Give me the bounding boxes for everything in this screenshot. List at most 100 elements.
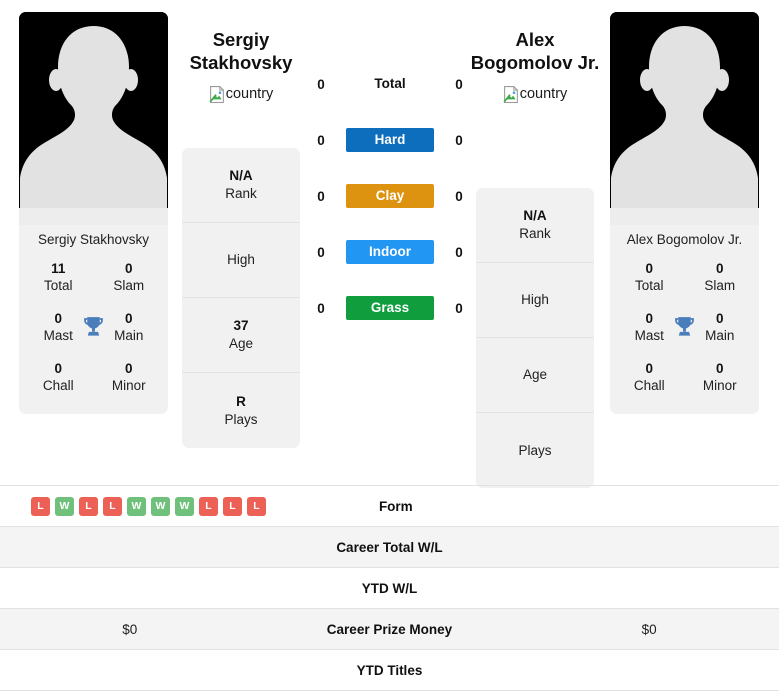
silhouette-avatar-icon xyxy=(19,12,168,225)
form-chip-loss[interactable]: L xyxy=(79,496,98,516)
form-chip-win[interactable]: W xyxy=(151,496,170,516)
broken-image-icon xyxy=(209,85,225,103)
title-stat-label: Total xyxy=(43,278,73,294)
surface-value-left: 0 xyxy=(317,244,325,260)
form-chip-win[interactable]: W xyxy=(175,496,194,516)
surface-value-left: 0 xyxy=(317,132,325,148)
title-stat-cell: 0 Mast xyxy=(23,307,94,357)
title-stat-cell: 0 Minor xyxy=(685,357,756,407)
surface-value-left: 0 xyxy=(317,300,325,316)
surface-comparison-rows: 0 Total 0 0 Hard 0 0 Clay 0 0 Indoor 0 0 xyxy=(310,56,470,336)
title-stat-value: 0 xyxy=(645,360,653,376)
title-stat-value: 11 xyxy=(51,261,66,277)
form-chip-loss[interactable]: L xyxy=(199,496,218,516)
country-flag-right: country xyxy=(452,85,618,103)
ytd-wl-left xyxy=(0,568,260,608)
title-stat-value: 0 xyxy=(124,360,133,376)
info-cell-plays: Plays xyxy=(476,413,594,488)
title-stat-label: Slam xyxy=(704,278,736,294)
title-stat-label: Minor xyxy=(111,377,146,393)
title-stat-label: Main xyxy=(705,327,735,343)
form-chip-loss[interactable]: L xyxy=(223,496,242,516)
country-flag-left: country xyxy=(158,85,324,103)
info-label: High xyxy=(521,292,549,308)
form-cell-right xyxy=(526,486,779,526)
title-stat-value: 0 xyxy=(54,360,62,376)
info-cell-rank: N/A Rank xyxy=(476,188,594,263)
player-name-header-right: Alex Bogomolov Jr. country xyxy=(452,28,618,103)
title-stat-label: Chall xyxy=(42,377,74,393)
title-stat-cell: 0 Chall xyxy=(614,357,685,407)
form-cell-left: LWLLWWWLLL xyxy=(0,486,266,526)
surface-label-total: Total xyxy=(374,76,406,91)
form-strip-left: LWLLWWWLLL xyxy=(31,496,266,516)
title-stat-label: Chall xyxy=(633,377,665,393)
table-row-form: LWLLWWWLLL Form xyxy=(0,486,779,527)
country-alt-text-right: country xyxy=(519,86,568,103)
info-label: Rank xyxy=(225,186,257,201)
silhouette-avatar-icon xyxy=(610,12,759,225)
title-stat-label: Slam xyxy=(113,278,145,294)
player-card-right[interactable]: Alex Bogomolov Jr. 0 Total 0 Slam 0 Mast… xyxy=(610,12,759,415)
surface-row-indoor: 0 Indoor 0 xyxy=(310,224,470,280)
player-first-name-left: Sergiy xyxy=(212,29,270,50)
player-photo-left xyxy=(19,12,168,225)
title-stat-value: 0 xyxy=(645,261,653,277)
table-row-career-prize-money: $0 Career Prize Money $0 xyxy=(0,609,779,650)
title-stat-cell: 0 Main xyxy=(94,307,165,357)
broken-image-icon xyxy=(503,85,519,103)
table-row-ytd-titles: YTD Titles xyxy=(0,650,779,691)
surface-label-clay: Clay xyxy=(346,184,434,208)
info-label: Plays xyxy=(224,411,258,427)
titles-grid-right: 0 Total 0 Slam 0 Mast 0 Main 0 Chall 0 M… xyxy=(610,257,759,406)
info-panel-right: N/A Rank High Age Plays xyxy=(476,188,594,488)
surface-row-grass: 0 Grass 0 xyxy=(310,280,470,336)
surface-label-indoor: Indoor xyxy=(346,240,434,264)
info-label: Age xyxy=(228,336,254,351)
form-chip-loss[interactable]: L xyxy=(103,496,122,516)
surface-row-clay: 0 Clay 0 xyxy=(310,168,470,224)
info-label: Plays xyxy=(518,442,552,458)
career-prize-money-right: $0 xyxy=(641,621,657,637)
title-stat-cell: 0 Minor xyxy=(94,357,165,407)
player-card-left[interactable]: Sergiy Stakhovsky 11 Total 0 Slam 0 Mast… xyxy=(19,12,168,415)
ytd-titles-left xyxy=(0,650,260,690)
title-stat-cell: 0 Mast xyxy=(614,307,685,357)
form-chip-win[interactable]: W xyxy=(55,496,74,516)
surface-value-right: 0 xyxy=(455,300,463,316)
stats-comparison-table: LWLLWWWLLL Form Career Total W/L YTD W/L… xyxy=(0,485,779,691)
career-total-wl-right xyxy=(519,527,779,567)
info-cell-age: Age xyxy=(476,338,594,413)
row-label-career-prize-money: Career Prize Money xyxy=(326,621,453,637)
title-stat-value: 0 xyxy=(715,310,724,326)
row-label-ytd-wl: YTD W/L xyxy=(361,580,418,596)
title-stat-value: 0 xyxy=(715,360,724,376)
ytd-titles-right xyxy=(519,650,779,690)
player-photo-name-right: Alex Bogomolov Jr. xyxy=(626,232,743,247)
title-stat-value: 0 xyxy=(645,310,653,326)
title-stat-cell: 0 Total xyxy=(614,257,685,307)
surface-value-left: 0 xyxy=(317,188,325,204)
info-label: High xyxy=(227,252,255,268)
surface-value-right: 0 xyxy=(455,188,463,204)
info-cell-age: 37 Age xyxy=(182,298,300,373)
info-label: Age xyxy=(522,367,548,383)
player-photo-right xyxy=(610,12,759,225)
info-value: N/A xyxy=(229,168,253,184)
table-row-ytd-wl: YTD W/L xyxy=(0,568,779,609)
title-stat-label: Minor xyxy=(702,377,737,393)
form-chip-win[interactable]: W xyxy=(127,496,146,516)
surface-label-hard: Hard xyxy=(346,128,434,152)
form-chip-loss[interactable]: L xyxy=(31,496,50,516)
surface-row-total: 0 Total 0 xyxy=(310,56,470,112)
surface-label-grass: Grass xyxy=(346,296,434,320)
info-value: R xyxy=(236,393,246,409)
info-panel-left: N/A Rank High 37 Age R Plays xyxy=(182,148,300,448)
player-comparison-page: Sergiy Stakhovsky 11 Total 0 Slam 0 Mast… xyxy=(0,0,779,699)
row-label-career-total-wl: Career Total W/L xyxy=(336,539,443,555)
title-stat-value: 0 xyxy=(124,261,133,277)
title-stat-cell: 0 Slam xyxy=(685,257,756,307)
form-chip-loss[interactable]: L xyxy=(247,496,266,516)
surface-row-hard: 0 Hard 0 xyxy=(310,112,470,168)
title-stat-cell: 11 Total xyxy=(23,257,94,307)
